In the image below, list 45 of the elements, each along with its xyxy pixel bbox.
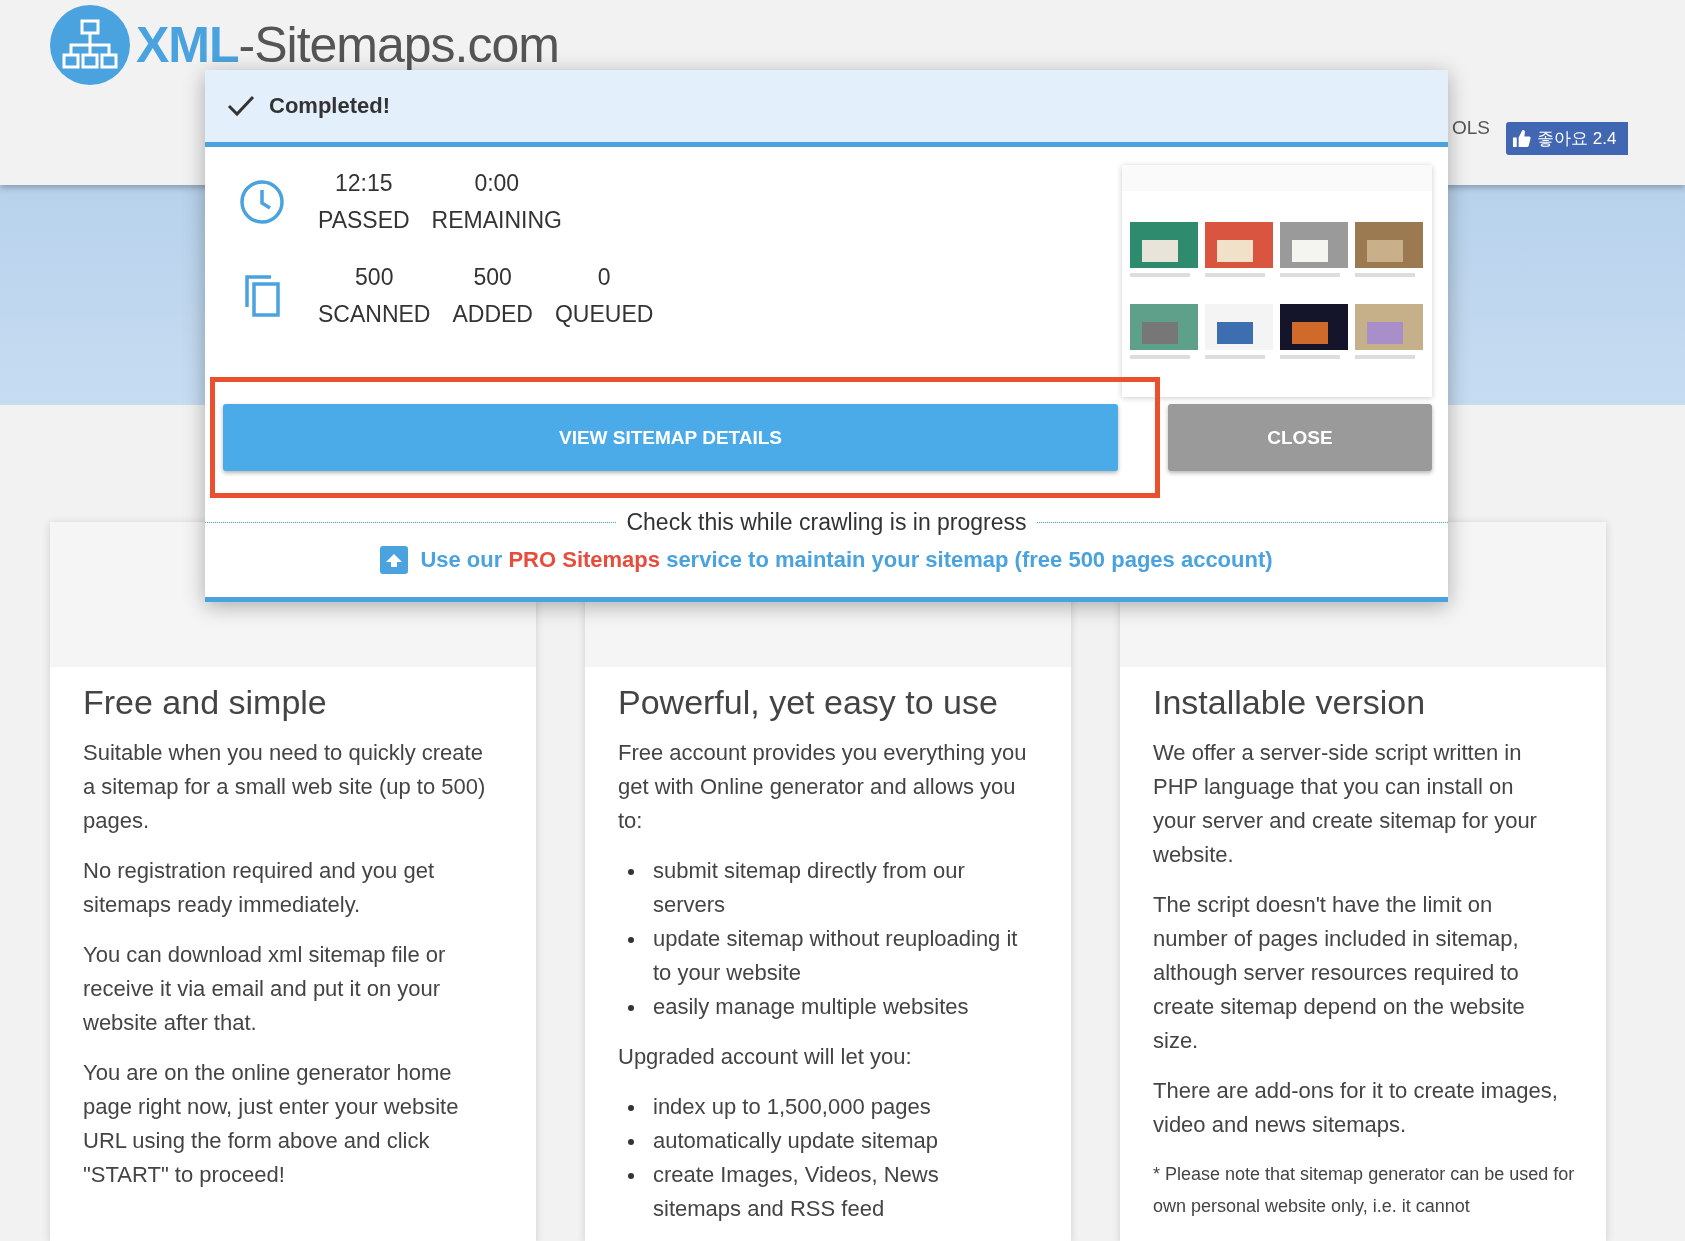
thumbs-up-icon (1512, 129, 1531, 148)
paragraph: Upgraded account will let you: (618, 1043, 913, 1071)
paragraph: The script doesn't have the limit on number of pages included in sitemap, although server resources required to create sitemap depend on the website size. (1153, 891, 1526, 1055)
paragraph: No registration required and you get sitemaps ready immediately. (83, 857, 435, 919)
close-button[interactable]: CLOSE (1168, 404, 1432, 471)
paragraph: There are add-ons for it to create images, video and news sitemaps. (1153, 1077, 1559, 1139)
note-text: * Please note that sitemap generator can be used for own personal website only, i.e. it cannot (1153, 1163, 1576, 1218)
stat-value: 500 (473, 264, 512, 291)
nav-link[interactable]: OLS (1452, 117, 1491, 139)
bullet-icon (628, 1005, 634, 1011)
stat-label: SCANNED (318, 301, 431, 328)
divider-text: Check this while crawling is in progress (626, 509, 1027, 536)
paragraph: You can download xml sitemap file or receive it via email and put it on your website after that. (83, 941, 447, 1037)
card-heading: Free and simple (83, 683, 328, 722)
dialog-title: Completed! (269, 93, 390, 119)
stat-value: 500 (355, 264, 394, 291)
bullet-icon (628, 1139, 634, 1145)
card-heading: Installable version (1153, 683, 1427, 722)
clock-icon (239, 179, 285, 225)
stat-value: 0 (597, 264, 611, 291)
paragraph: Free account provides you everything you get with Online generator and allows you to: (618, 739, 1027, 835)
stat-value: 0:00 (474, 170, 520, 197)
like-button[interactable]: 좋아요 2.4 (1506, 122, 1628, 155)
paragraph: Suitable when you need to quickly create a sitemap for a small web site (up to 500) pages. (83, 739, 487, 835)
stat-label: REMAINING (431, 207, 562, 234)
bullet-icon (628, 1173, 634, 1179)
list-item: easily manage multiple websites (653, 993, 969, 1021)
paragraph: You are on the online generator home page right now, just enter your website URL using the form above and click "START" to proceed! (83, 1059, 460, 1189)
stat-label: QUEUED (555, 301, 654, 328)
upload-icon (380, 546, 409, 574)
check-icon (227, 95, 255, 117)
list-item: index up to 1,500,000 pages (653, 1093, 931, 1121)
card-heading: Powerful, yet easy to use (618, 683, 999, 722)
list-item: automatically update sitemap (653, 1127, 938, 1155)
stat-label: PASSED (318, 207, 410, 234)
paragraph: We offer a server-side script written in PHP language that you can install on your server and create sitemap for your website. (1153, 739, 1538, 869)
list-item: create Images, Videos, News sitemaps and RSS feed (653, 1161, 940, 1223)
pro-sitemaps-link[interactable]: Use our PRO Sitemaps service to maintain your sitemap (free 500 pages account) (420, 547, 1273, 573)
bullet-icon (628, 869, 634, 875)
stat-value: 12:15 (335, 170, 393, 197)
sitemap-logo-icon (50, 5, 130, 85)
bullet-icon (628, 937, 634, 943)
bullet-icon (628, 1105, 634, 1111)
site-logo-text[interactable]: XML-Sitemaps.com (136, 16, 559, 74)
stat-label: ADDED (452, 301, 533, 328)
